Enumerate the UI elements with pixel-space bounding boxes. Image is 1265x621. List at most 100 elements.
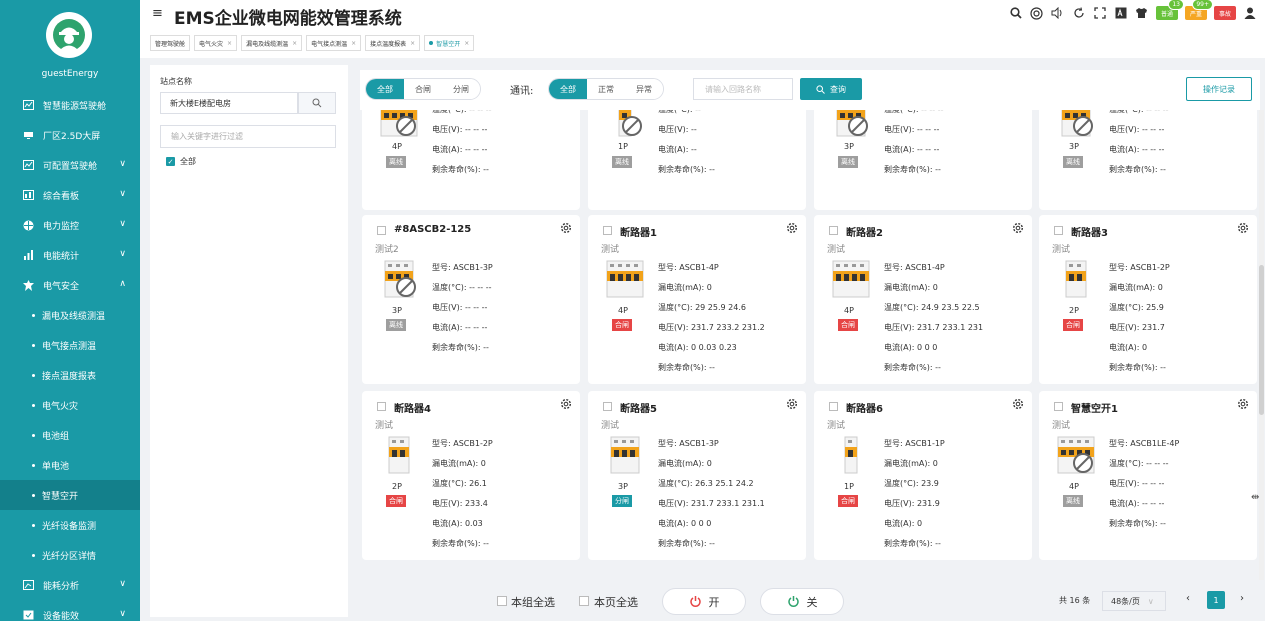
settings-slider-icon[interactable]: ⇹ [1251,492,1259,503]
breaker-card[interactable]: 断路器4 测试 2P 合闸 型号: ASCB1-2P 漏电流(mA): 0 温度(°C): … [362,391,580,560]
tab-contact-temp[interactable]: 电气接点测温 × [306,35,362,51]
gear-icon[interactable] [1012,398,1024,410]
current-page[interactable]: 1 [1207,591,1225,609]
breaker-card[interactable]: 3P 离线 温度(°C): -- -- -- 电压(V): -- -- -- 电流(A)… [1039,110,1257,210]
sidebar-item-electrical-safety[interactable]: 电气安全 ∧ [0,270,140,300]
circuit-search-input[interactable]: 请输入回路名称 [693,78,793,100]
alarm-accident-button[interactable]: 事故 [1213,6,1236,20]
pole-count: 3P [618,482,628,491]
breaker-card[interactable]: 断路器6 测试 1P 合闸 型号: ASCB1-1P 漏电流(mA): 0 温度(°C): … [814,391,1032,560]
tab-temp-report[interactable]: 接点温度报表 × [365,35,421,51]
power-off-button[interactable]: 关 [760,588,844,615]
breaker-card[interactable]: 断路器1 测试 4P 合闸 型号: ASCB1-4P 漏电流(mA): 0 温度(°C): … [588,215,806,384]
query-button[interactable]: 查询 [800,78,862,100]
card-checkbox[interactable] [377,226,386,235]
tab-smart-breaker[interactable]: 智慧空开 × [424,35,475,51]
card-checkbox[interactable] [1054,226,1063,235]
card-checkbox[interactable] [829,402,838,411]
close-icon[interactable]: × [227,40,232,47]
alarm-normal-button[interactable]: 普通 13 [1155,0,1184,20]
close-icon[interactable]: × [410,40,415,47]
card-checkbox[interactable] [377,402,386,411]
sidebar-item-device-efficiency[interactable]: 设备能效 ∨ [0,600,140,621]
sidebar-item-cockpit[interactable]: 智慧能源驾驶舱 [0,90,140,120]
breaker-card[interactable]: 断路器5 测试 3P 分闸 型号: ASCB1-3P 漏电流(mA): 0 温度(°C): … [588,391,806,560]
operation-log-button[interactable]: 操作记录 [1186,77,1252,101]
comm-filter-all[interactable]: 全部 [549,79,587,99]
page-size-select[interactable]: 48条/页 ∨ [1102,591,1166,611]
tree-node-all[interactable]: ✓ 全部 [166,156,196,167]
power-on-button[interactable]: 开 [662,588,746,615]
prev-page-button[interactable]: ‹ [1186,593,1190,604]
refresh-icon[interactable] [1072,6,1086,20]
alarm-serious-button[interactable]: 严重 99+ [1184,0,1213,20]
sidebar-item-configurable-cockpit[interactable]: 可配置驾驶舱 ∨ [0,150,140,180]
tab-label: 电气接点测温 [311,40,348,48]
checkbox-checked-icon[interactable]: ✓ [166,157,175,166]
sidebar-subitem-contact-temp[interactable]: 电气接点测温 [0,330,140,360]
close-icon[interactable]: × [292,40,297,47]
close-icon[interactable]: × [351,40,356,47]
switch-filter-closed[interactable]: 合闸 [404,79,442,99]
sidebar-subitem-battery-group[interactable]: 电池组 [0,420,140,450]
volume-icon[interactable] [1051,6,1065,20]
breaker-card[interactable]: 1P 离线 温度(°C): -- 电压(V): -- 电流(A): -- 剩余寿命(%):… [588,110,806,210]
sidebar-subitem-single-battery[interactable]: 单电池 [0,450,140,480]
select-page-checkbox[interactable] [579,596,589,606]
theme-icon[interactable] [1135,6,1149,20]
sidebar-item-2-5d-screen[interactable]: 厂区2.5D大屏 [0,120,140,150]
sidebar-subitem-fiber-monitor[interactable]: 光纤设备监测 [0,510,140,540]
user-icon[interactable] [1243,6,1257,20]
card-checkbox[interactable] [603,402,612,411]
comm-filter-abnormal[interactable]: 异常 [625,79,663,99]
help-icon[interactable] [1030,6,1044,20]
tab-cockpit[interactable]: 管理驾驶舱 [150,35,191,51]
gear-icon[interactable] [560,398,572,410]
gear-icon[interactable] [1237,398,1249,410]
gear-icon[interactable] [560,222,572,234]
card-checkbox[interactable] [829,226,838,235]
close-icon[interactable]: × [464,40,469,47]
scrollbar-thumb[interactable] [1259,265,1264,415]
card-checkbox[interactable] [603,226,612,235]
breaker-card[interactable]: 断路器3 测试 2P 合闸 型号: ASCB1-2P 漏电流(mA): 0 温度(°C): … [1039,215,1257,384]
sidebar-subitem-temp-report[interactable]: 接点温度报表 [0,360,140,390]
gear-icon[interactable] [786,398,798,410]
gear-icon[interactable] [1237,222,1249,234]
breaker-reading: 电流(A): 0 [1109,343,1148,352]
select-group-checkbox[interactable] [497,596,507,606]
site-select[interactable]: 新大楼E楼配电房 [160,92,298,114]
tree-filter-input[interactable]: 输入关键字进行过滤 [160,125,336,148]
menu-toggle-icon[interactable]: ≡ [152,6,163,21]
breaker-card[interactable]: 3P 离线 温度(°C): -- -- -- 电压(V): -- -- -- 电流(A)… [814,110,1032,210]
fullscreen-icon[interactable] [1093,6,1107,20]
breaker-reading: 温度(°C): 25.9 [1109,303,1164,312]
next-page-button[interactable]: › [1240,593,1244,604]
sidebar-item-dashboard[interactable]: 综合看板 ∨ [0,180,140,210]
breaker-card[interactable]: 断路器2 测试 4P 合闸 型号: ASCB1-4P 漏电流(mA): 0 温度(°C): … [814,215,1032,384]
tab-fire[interactable]: 电气火灾 × [194,35,238,51]
alarm-serious-count: 99+ [1192,0,1213,10]
switch-filter-all[interactable]: 全部 [366,79,404,99]
sidebar-item-energy-stats[interactable]: 电能统计 ∨ [0,240,140,270]
sidebar-subitem-smart-breaker[interactable]: 智慧空开 [0,480,140,510]
gear-icon[interactable] [786,222,798,234]
sidebar-item-power-monitor[interactable]: 电力监控 ∨ [0,210,140,240]
breaker-card[interactable]: 智慧空开1 测试 4P 离线 型号: ASCB1LE-4P 温度(°C): -- -- -… [1039,391,1257,560]
switch-filter-open[interactable]: 分闸 [442,79,480,99]
breaker-card[interactable]: #8ASCB2-125 测试2 3P 离线 型号: ASCB1-3P 温度(°C): --… [362,215,580,384]
card-checkbox[interactable] [1054,402,1063,411]
avatar[interactable] [46,12,92,58]
comm-filter-normal[interactable]: 正常 [587,79,625,99]
sidebar-item-energy-analysis[interactable]: 能耗分析 ∨ [0,570,140,600]
search-icon[interactable] [1009,6,1023,20]
sidebar-subitem-fiber-zone[interactable]: 光纤分区详情 [0,540,140,570]
tab-leakage[interactable]: 漏电及线缆测温 × [241,35,303,51]
font-size-icon[interactable] [1114,6,1128,20]
query-label: 查询 [830,84,846,94]
breaker-card[interactable]: 4P 离线 温度(°C): -- -- -- 电压(V): -- -- -- 电流(A)… [362,110,580,210]
gear-icon[interactable] [1012,222,1024,234]
sidebar-subitem-fire[interactable]: 电气火灾 [0,390,140,420]
sidebar-subitem-leakage[interactable]: 漏电及线缆测温 [0,300,140,330]
site-search-button[interactable] [298,92,336,114]
